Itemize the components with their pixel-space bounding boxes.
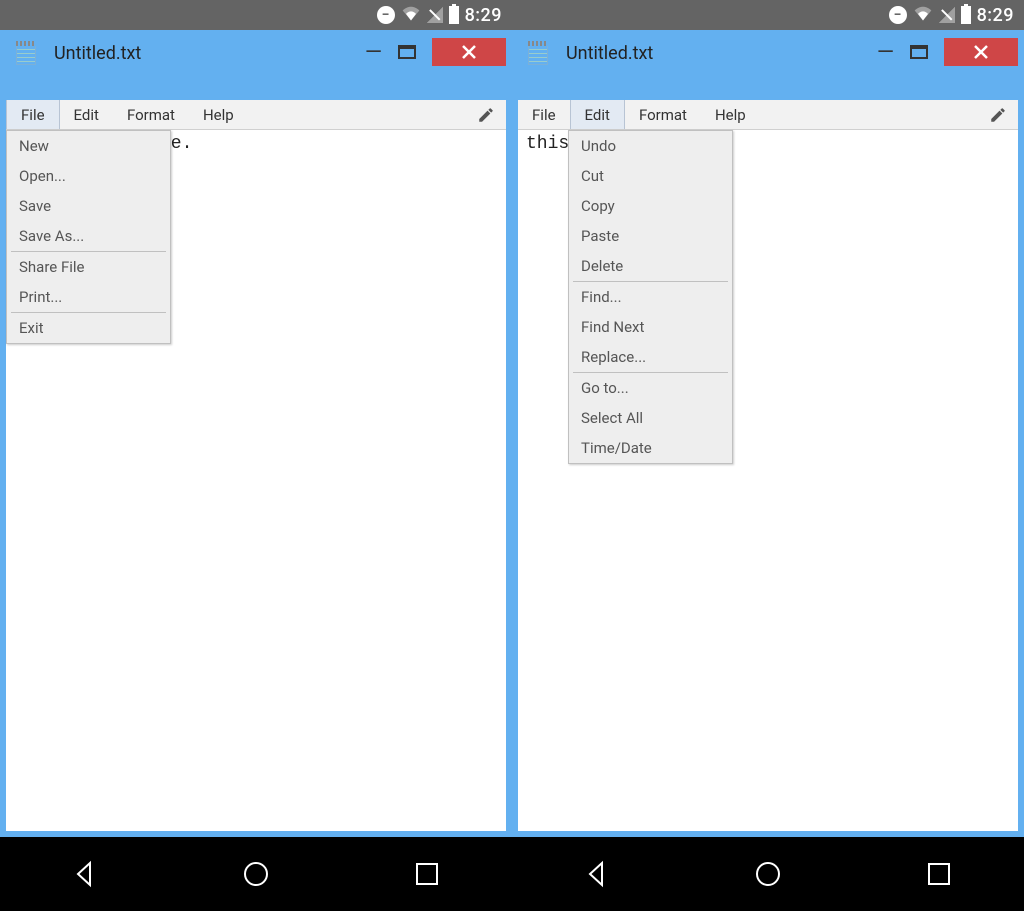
window-frame: Untitled.txt — File Edit Format Help [512,30,1024,837]
dnd-icon: − [889,6,907,24]
file-menu-share[interactable]: Share File [7,252,170,282]
nav-recent-button[interactable] [924,859,954,889]
edit-menu-copy[interactable]: Copy [569,191,732,221]
edit-menu-cut[interactable]: Cut [569,161,732,191]
status-bar: − 8:29 [512,0,1024,30]
menu-file[interactable]: File [518,100,570,129]
nav-back-button[interactable] [582,859,612,889]
edit-menu-find-next[interactable]: Find Next [569,312,732,342]
status-time: 8:29 [465,5,502,26]
pane-left-file-menu: − 8:29 Untitled.txt — [0,0,512,837]
window-controls: — [877,38,1018,66]
menu-edit[interactable]: Edit [570,100,625,129]
close-button[interactable] [432,38,506,66]
menu-help[interactable]: Help [189,100,248,129]
edit-pencil-button[interactable] [472,100,500,129]
minimize-button[interactable]: — [877,40,894,65]
pane-right-edit-menu: − 8:29 Untitled.txt — [512,0,1024,837]
signal-icon [939,7,955,23]
window-title: Untitled.txt [54,43,141,64]
menu-edit[interactable]: Edit [60,100,113,129]
file-menu-print[interactable]: Print... [7,282,170,312]
app-body: File Edit Format Help Undo Cut Copy Past… [518,100,1018,831]
wifi-icon [913,5,933,26]
nav-home-button[interactable] [753,859,783,889]
android-navbar [0,837,1024,911]
close-button[interactable] [944,38,1018,66]
edit-pencil-button[interactable] [984,100,1012,129]
minimize-button[interactable]: — [365,40,382,65]
dnd-icon: − [377,6,395,24]
window-controls: — [365,38,506,66]
notepad-icon [528,41,548,65]
nav-recent-button[interactable] [412,859,442,889]
file-menu-save[interactable]: Save [7,191,170,221]
editor-visible-text: this [526,134,569,154]
menu-format[interactable]: Format [625,100,701,129]
app-body: File Edit Format Help New Open... Save S… [6,100,506,831]
file-menu-exit[interactable]: Exit [7,313,170,343]
menu-help[interactable]: Help [701,100,760,129]
edit-menu-undo[interactable]: Undo [569,131,732,161]
maximize-button[interactable] [910,40,928,65]
file-menu-save-as[interactable]: Save As... [7,221,170,251]
signal-icon [427,7,443,23]
titlebar[interactable]: Untitled.txt — [6,36,506,70]
nav-back-button[interactable] [70,859,100,889]
file-menu-new[interactable]: New [7,131,170,161]
window-frame: Untitled.txt — File Edit Format Help [0,30,512,837]
edit-menu-find[interactable]: Find... [569,282,732,312]
edit-menu-dropdown: Undo Cut Copy Paste Delete Find... Find … [568,130,733,464]
maximize-button[interactable] [398,40,416,65]
wifi-icon [401,5,421,26]
menubar: File Edit Format Help Undo Cut Copy Past… [518,100,1018,130]
battery-icon [449,6,459,24]
nav-home-button[interactable] [241,859,271,889]
notepad-icon [16,41,36,65]
file-menu-dropdown: New Open... Save Save As... Share File P… [6,130,171,344]
menu-file[interactable]: File [6,100,60,129]
titlebar[interactable]: Untitled.txt — [518,36,1018,70]
file-menu-open[interactable]: Open... [7,161,170,191]
battery-icon [961,6,971,24]
edit-menu-paste[interactable]: Paste [569,221,732,251]
edit-menu-timedate[interactable]: Time/Date [569,433,732,463]
status-time: 8:29 [977,5,1014,26]
edit-menu-delete[interactable]: Delete [569,251,732,281]
edit-menu-select-all[interactable]: Select All [569,403,732,433]
menubar: File Edit Format Help New Open... Save S… [6,100,506,130]
edit-menu-goto[interactable]: Go to... [569,373,732,403]
edit-menu-replace[interactable]: Replace... [569,342,732,372]
menu-format[interactable]: Format [113,100,189,129]
window-title: Untitled.txt [566,43,653,64]
status-bar: − 8:29 [0,0,512,30]
